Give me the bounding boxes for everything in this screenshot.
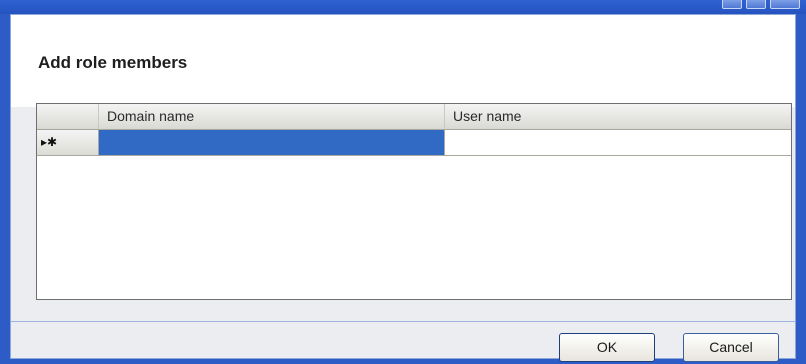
minimize-button[interactable] — [722, 0, 742, 9]
table-row[interactable]: ▸✱ — [37, 130, 791, 156]
row-header-column — [37, 104, 99, 129]
dialog-title: Add role members — [38, 53, 188, 72]
title-bar[interactable] — [0, 0, 806, 14]
column-header-user-name[interactable]: User name — [445, 104, 791, 129]
grid-header: Domain name User name — [37, 104, 791, 130]
footer-divider — [11, 321, 795, 322]
dialog-client-area: Add role members Domain name User name ▸… — [10, 14, 796, 362]
cell-domain-name[interactable] — [99, 130, 445, 155]
ok-button[interactable]: OK — [559, 333, 655, 362]
column-header-domain-name[interactable]: Domain name — [99, 104, 445, 129]
members-grid[interactable]: Domain name User name ▸✱ — [36, 103, 792, 300]
cancel-button[interactable]: Cancel — [683, 333, 779, 362]
close-button[interactable] — [770, 0, 800, 9]
dialog-window: Add role members Domain name User name ▸… — [0, 0, 806, 364]
maximize-button[interactable] — [746, 0, 766, 9]
new-row-indicator-icon[interactable]: ▸✱ — [37, 130, 99, 155]
cell-user-name[interactable] — [445, 130, 791, 155]
